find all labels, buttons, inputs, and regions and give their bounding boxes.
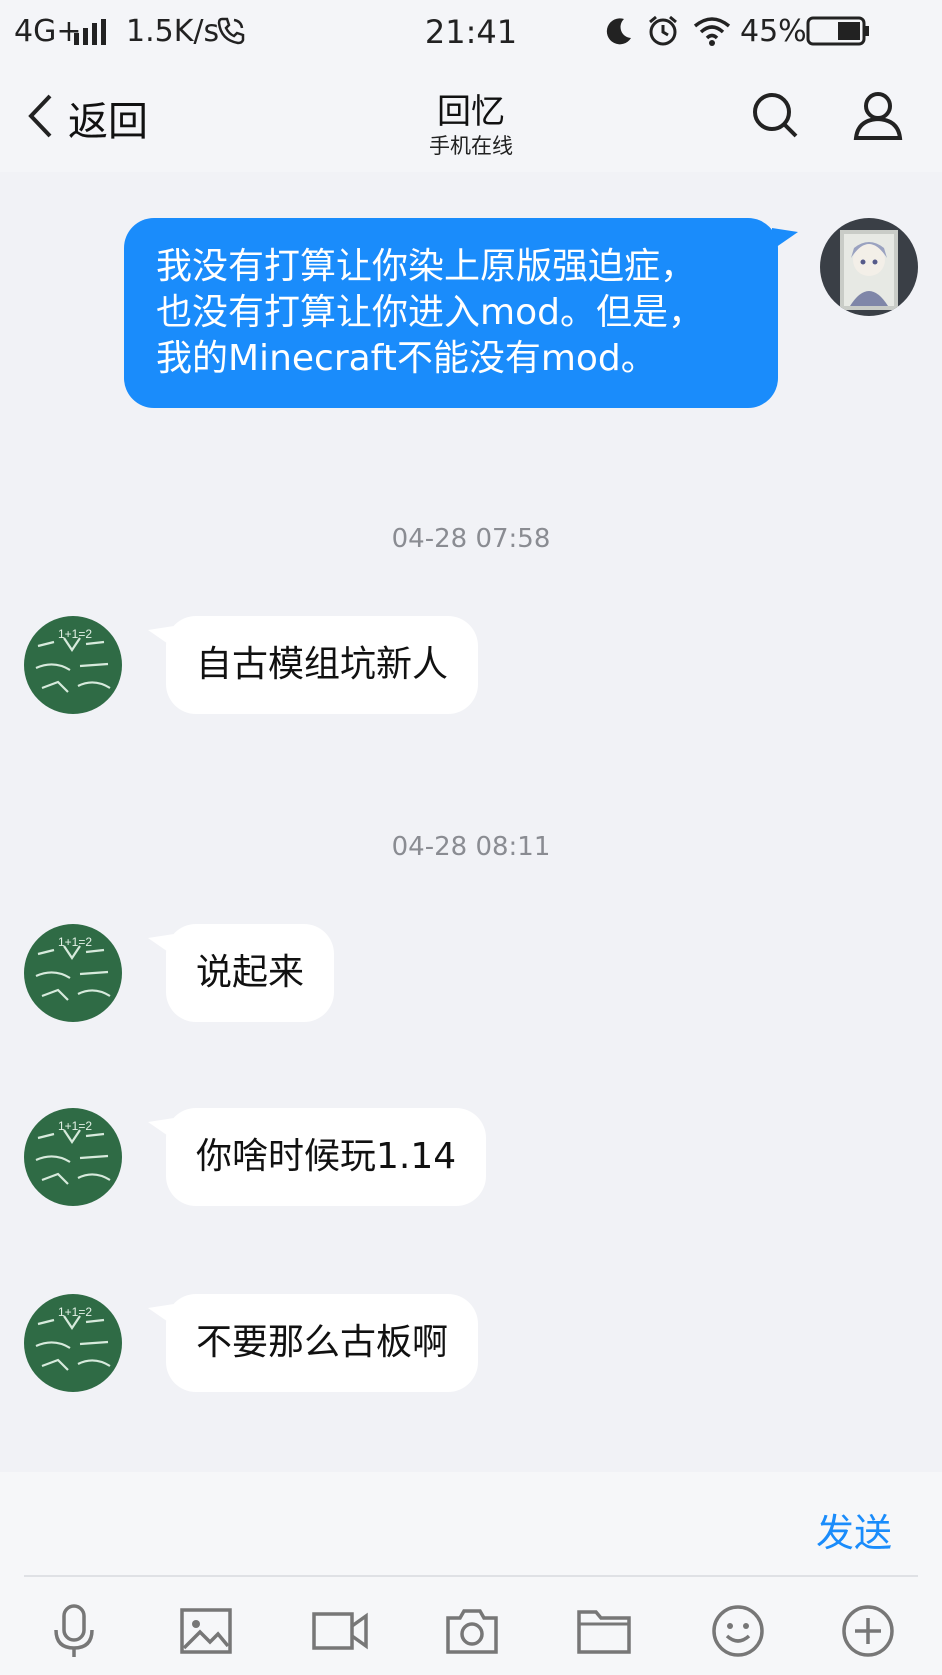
- my-avatar[interactable]: [820, 218, 918, 316]
- plus-icon[interactable]: [838, 1602, 898, 1660]
- contact-avatar[interactable]: 1+1=2: [24, 616, 122, 714]
- message-text: 你啥时候玩1.14: [196, 1136, 457, 1177]
- svg-text:1+1=2: 1+1=2: [58, 935, 92, 949]
- send-button[interactable]: 发送: [816, 1502, 892, 1557]
- divider: [24, 1575, 918, 1577]
- profile-icon[interactable]: [848, 86, 908, 146]
- message-text: 自古模组坑新人: [196, 644, 449, 685]
- microphone-icon[interactable]: [44, 1602, 104, 1660]
- image-icon[interactable]: [176, 1602, 236, 1660]
- emoji-icon[interactable]: [708, 1602, 768, 1660]
- message-bubble-incoming[interactable]: 你啥时候玩1.14: [166, 1108, 487, 1206]
- message-list[interactable]: 我没有打算让你染上原版强迫症， 也没有打算让你进入mod。但是， 我的Minec…: [0, 172, 942, 1472]
- moon-icon: [604, 16, 634, 55]
- message-text: 说起来: [196, 952, 305, 993]
- battery-percent: 45%: [740, 14, 807, 49]
- contact-avatar[interactable]: 1+1=2: [24, 1108, 122, 1206]
- timestamp: 04-28 07:58: [391, 524, 551, 554]
- alarm-icon: [646, 14, 680, 57]
- status-bar: 4G+ 1.5K/s 21:41 45%: [0, 0, 942, 64]
- folder-icon[interactable]: [574, 1602, 634, 1660]
- timestamp: 04-28 08:11: [391, 832, 551, 862]
- message-text: 不要那么古板啊: [196, 1322, 449, 1363]
- message-bubble-incoming[interactable]: 不要那么古板啊: [166, 1294, 479, 1392]
- search-icon[interactable]: [746, 86, 806, 146]
- chat-header: 返回 回忆 手机在线: [0, 64, 942, 172]
- svg-text:1+1=2: 1+1=2: [58, 627, 92, 641]
- message-text: 我没有打算让你染上原版强迫症， 也没有打算让你进入mod。但是， 我的Minec…: [156, 246, 704, 379]
- svg-text:1+1=2: 1+1=2: [58, 1305, 92, 1319]
- bubble-tail: [772, 228, 798, 250]
- camera-icon[interactable]: [442, 1602, 502, 1660]
- message-bubble-incoming[interactable]: 说起来: [166, 924, 335, 1022]
- message-bubble-outgoing[interactable]: 我没有打算让你染上原版强迫症， 也没有打算让你进入mod。但是， 我的Minec…: [124, 218, 778, 408]
- message-bubble-incoming[interactable]: 自古模组坑新人: [166, 616, 479, 714]
- contact-avatar[interactable]: 1+1=2: [24, 1294, 122, 1392]
- battery-icon: [806, 16, 870, 55]
- contact-avatar[interactable]: 1+1=2: [24, 924, 122, 1022]
- message-input[interactable]: [24, 1482, 784, 1562]
- video-icon[interactable]: [310, 1602, 370, 1660]
- input-area: 发送: [0, 1472, 942, 1675]
- svg-text:1+1=2: 1+1=2: [58, 1119, 92, 1133]
- wifi-icon: [692, 14, 732, 57]
